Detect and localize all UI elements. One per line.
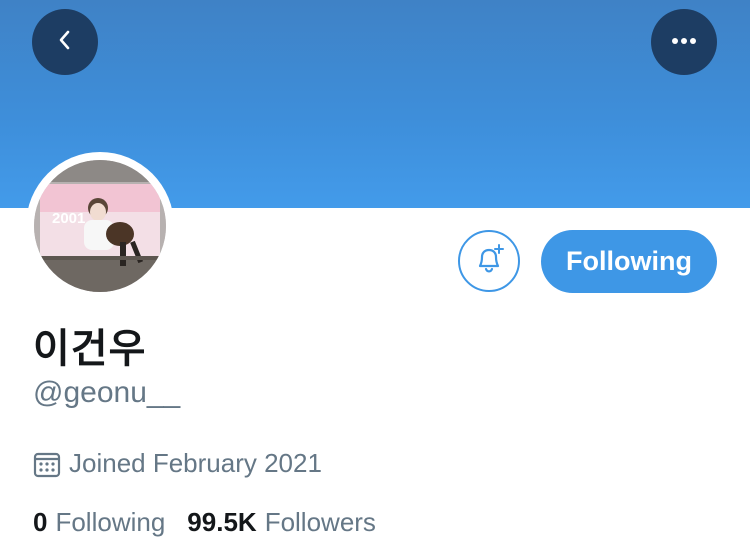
followers-count: 99.5K bbox=[187, 507, 257, 537]
followers-stat[interactable]: 99.5K Followers bbox=[187, 507, 376, 538]
ellipsis-icon bbox=[669, 33, 699, 51]
back-button[interactable] bbox=[32, 9, 98, 75]
joined-date: Joined February 2021 bbox=[33, 448, 322, 479]
following-label: Following bbox=[55, 507, 166, 537]
avatar[interactable]: 2001 bbox=[34, 160, 166, 292]
followers-label: Followers bbox=[264, 507, 376, 537]
notifications-button[interactable] bbox=[458, 230, 520, 292]
avatar-banner-text: 2001 bbox=[52, 210, 85, 227]
joined-label: Joined February 2021 bbox=[69, 448, 322, 478]
calendar-icon bbox=[33, 450, 61, 478]
user-handle: @geonu__ bbox=[33, 376, 181, 409]
following-count: 0 bbox=[33, 507, 48, 537]
bell-plus-icon bbox=[472, 242, 506, 281]
following-stat[interactable]: 0 Following bbox=[33, 507, 165, 538]
chevron-left-icon bbox=[54, 27, 76, 58]
following-button[interactable]: Following bbox=[541, 230, 717, 293]
more-options-button[interactable] bbox=[651, 9, 717, 75]
display-name: 이건우 bbox=[33, 326, 147, 372]
profile-stats: 0 Following 99.5K Followers bbox=[33, 507, 398, 538]
